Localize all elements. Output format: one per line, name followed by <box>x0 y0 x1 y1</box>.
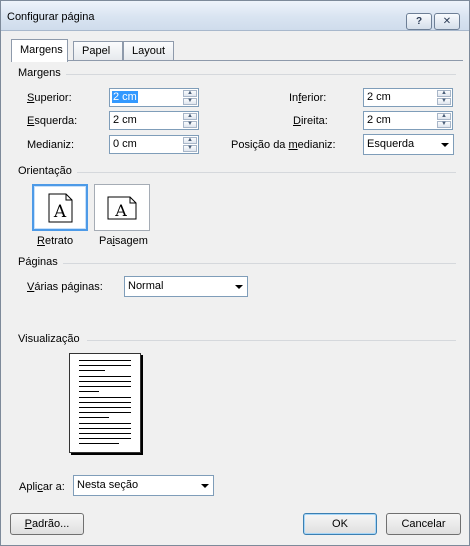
preview-text-line <box>79 370 105 371</box>
margins-divider <box>66 74 456 75</box>
preview-section-title: Visualização <box>18 333 80 345</box>
title-bar: Configurar página ? ✕ <box>1 1 469 31</box>
preview-text-line <box>79 417 109 418</box>
medianiz-down-arrow-icon[interactable]: ▼ <box>183 145 197 152</box>
tab-papel[interactable]: Papel <box>73 41 123 61</box>
multiple-pages-value[interactable]: Normal <box>128 280 163 292</box>
esquerda-up-arrow-icon[interactable]: ▲ <box>183 113 197 120</box>
preview-text-line <box>79 386 131 387</box>
page-setup-dialog: Configurar página ? ✕ Margens Papel Layo… <box>0 0 470 546</box>
medianiz-label: Medianiz: <box>27 139 75 151</box>
close-icon: ✕ <box>442 16 452 27</box>
superior-value[interactable]: 2 cm <box>112 91 138 103</box>
direita-value[interactable]: 2 cm <box>366 114 392 126</box>
multiple-pages-label: Várias páginas: <box>27 281 103 293</box>
inferior-down-arrow-icon[interactable]: ▼ <box>437 98 451 105</box>
portrait-page-icon: A <box>48 193 73 223</box>
preview-text-line <box>79 428 131 429</box>
esquerda-value[interactable]: 2 cm <box>112 114 138 126</box>
direita-down-arrow-icon[interactable]: ▼ <box>437 121 451 128</box>
cancel-button[interactable]: Cancelar <box>386 513 461 535</box>
preview-text-line <box>79 381 131 382</box>
pages-section-title: Páginas <box>18 256 58 268</box>
superior-label: Superior: <box>27 92 72 104</box>
esquerda-down-arrow-icon[interactable]: ▼ <box>183 121 197 128</box>
superior-spinner[interactable]: 2 cm ▲ ▼ <box>109 88 199 107</box>
medianiz-up-arrow-icon[interactable]: ▲ <box>183 137 197 144</box>
preview-text-line <box>79 360 131 361</box>
landscape-glyph: A <box>114 201 127 220</box>
preview-text-line <box>79 402 131 403</box>
inferior-spinner[interactable]: 2 cm ▲ ▼ <box>363 88 453 107</box>
landscape-label: Paisagem <box>99 235 148 247</box>
tab-layout[interactable]: Layout <box>123 41 174 61</box>
medianiz-spinner[interactable]: 0 cm ▲ ▼ <box>109 135 199 154</box>
inferior-value[interactable]: 2 cm <box>366 91 392 103</box>
margins-section-title: Margens <box>18 67 61 79</box>
preview-text-line <box>79 365 131 366</box>
multiple-pages-select[interactable]: Normal <box>124 276 248 297</box>
medianiz-value[interactable]: 0 cm <box>112 138 138 150</box>
apply-to-label: Aplicar a: <box>19 481 65 493</box>
preview-text-line <box>79 391 99 392</box>
preview-text-line <box>79 412 131 413</box>
preview-text-line <box>79 443 119 444</box>
orientation-section-title: Orientação <box>18 165 72 177</box>
ok-button[interactable]: OK <box>303 513 377 535</box>
inferior-label: Inferior: <box>289 92 327 104</box>
landscape-page-icon: A <box>107 196 137 220</box>
help-button[interactable]: ? <box>406 13 432 30</box>
direita-up-arrow-icon[interactable]: ▲ <box>437 113 451 120</box>
esquerda-label: Esquerda: <box>27 115 78 127</box>
superior-up-arrow-icon[interactable]: ▲ <box>183 90 197 97</box>
preview-text-line <box>79 433 131 434</box>
page-preview <box>69 353 141 453</box>
chevron-down-icon[interactable] <box>441 143 449 147</box>
inferior-up-arrow-icon[interactable]: ▲ <box>437 90 451 97</box>
portrait-glyph: A <box>53 202 67 222</box>
pages-divider <box>63 263 456 264</box>
apply-to-value[interactable]: Nesta seção <box>77 479 138 491</box>
default-button[interactable]: Padrão... <box>10 513 84 535</box>
chevron-down-icon[interactable] <box>201 484 209 488</box>
portrait-option[interactable]: A <box>32 184 88 231</box>
tab-margens[interactable]: Margens <box>11 39 68 62</box>
superior-down-arrow-icon[interactable]: ▼ <box>183 98 197 105</box>
landscape-option[interactable]: A <box>94 184 150 231</box>
direita-label: Direita: <box>293 115 328 127</box>
chevron-down-icon[interactable] <box>235 285 243 289</box>
preview-divider <box>87 340 456 341</box>
close-button[interactable]: ✕ <box>434 13 460 30</box>
posicao-medianiz-value[interactable]: Esquerda <box>367 138 414 150</box>
preview-text-line <box>79 407 131 408</box>
help-icon: ? <box>415 16 423 27</box>
apply-to-select[interactable]: Nesta seção <box>73 475 214 496</box>
preview-text-line <box>79 397 131 398</box>
posicao-medianiz-select[interactable]: Esquerda <box>363 134 454 155</box>
posicao-medianiz-label: Posição da medianiz: <box>231 139 336 151</box>
portrait-label: Retrato <box>37 235 74 247</box>
margens-panel: Margens Superior: 2 cm ▲ ▼ Inferior: 2 c… <box>11 60 463 506</box>
preview-text-line <box>79 438 131 439</box>
direita-spinner[interactable]: 2 cm ▲ ▼ <box>363 111 453 130</box>
preview-text-line <box>79 423 131 424</box>
preview-text-line <box>79 376 131 377</box>
dialog-title: Configurar página <box>7 11 95 23</box>
esquerda-spinner[interactable]: 2 cm ▲ ▼ <box>109 111 199 130</box>
orientation-divider <box>77 172 456 173</box>
